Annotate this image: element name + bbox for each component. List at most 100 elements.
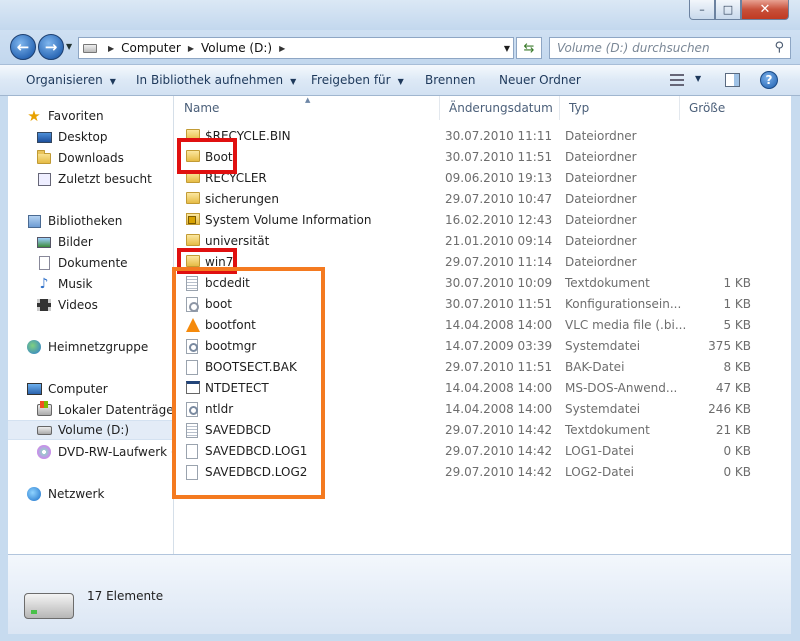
breadcrumb-computer[interactable]: Computer <box>121 41 181 55</box>
nav-volume-d[interactable]: Volume (D:) <box>8 420 173 440</box>
share-with-menu[interactable]: Freigeben für ▼ <box>311 73 404 87</box>
file-row[interactable]: $RECYCLE.BIN 30.07.2010 11:11 Dateiordner <box>175 126 791 147</box>
close-button[interactable]: ✕ <box>741 0 789 20</box>
file-date: 30.07.2010 11:51 <box>445 297 553 311</box>
explorer-body: ★ Favoriten Desktop Downloads Zuletzt bes… <box>8 96 791 554</box>
dvd-drive-icon <box>36 445 52 459</box>
text-doc-icon <box>186 276 198 291</box>
refresh-button[interactable]: ⇆ <box>516 37 542 59</box>
include-in-library-menu[interactable]: In Bibliothek aufnehmen ▼ <box>136 73 296 87</box>
videos-icon <box>36 298 52 312</box>
file-name: ntldr <box>205 402 234 416</box>
maximize-button[interactable]: □ <box>715 0 741 20</box>
file-type: Dateiordner <box>565 150 637 164</box>
search-icon[interactable]: ⚲ <box>774 40 784 55</box>
file-row[interactable]: Boot 30.07.2010 11:51 Dateiordner <box>175 147 791 168</box>
file-size: 1 KB <box>723 297 751 311</box>
item-count: 17 Elemente <box>87 589 164 603</box>
file-name: SAVEDBCD <box>205 423 271 437</box>
file-row[interactable]: bootmgr 14.07.2009 03:39 Systemdatei 375 KB <box>175 336 791 357</box>
file-row[interactable]: boot 30.07.2010 11:51 Konfigurationsein...… <box>175 294 791 315</box>
nav-homegroup-label: Heimnetzgruppe <box>48 340 149 354</box>
search-input[interactable]: Volume (D:) durchsuchen ⚲ <box>549 37 791 59</box>
file-type: BAK-Datei <box>565 360 625 374</box>
minimize-button[interactable]: – <box>689 0 715 20</box>
file-row[interactable]: SAVEDBCD.LOG1 29.07.2010 14:42 LOG1-Datei 0… <box>175 441 791 462</box>
details-pane: 17 Elemente <box>8 554 791 634</box>
nav-network[interactable]: Netzwerk <box>8 484 173 504</box>
chevron-right-icon[interactable]: ▶ <box>279 44 285 53</box>
chevron-right-icon[interactable]: ▶ <box>108 44 114 53</box>
breadcrumb-volume-d[interactable]: Volume (D:) <box>201 41 272 55</box>
file-list[interactable]: Name ▲ Änderungsdatum Typ Größe $RECYCLE… <box>172 96 791 554</box>
nav-homegroup[interactable]: Heimnetzgruppe <box>8 337 173 357</box>
file-row[interactable]: sicherungen 29.07.2010 10:47 Dateiordner <box>175 189 791 210</box>
column-header-date[interactable]: Änderungsdatum <box>440 96 560 120</box>
preview-pane-icon[interactable] <box>725 73 740 87</box>
drive-icon <box>83 43 97 53</box>
file-row[interactable]: SAVEDBCD 29.07.2010 14:42 Textdokument 21 K… <box>175 420 791 441</box>
title-bar: – □ ✕ <box>0 0 800 30</box>
file-row[interactable]: universität 21.01.2010 09:14 Dateiordner <box>175 231 791 252</box>
file-row[interactable]: SAVEDBCD.LOG2 29.07.2010 14:42 LOG2-Datei 0… <box>175 462 791 483</box>
file-date: 09.06.2010 19:13 <box>445 171 553 185</box>
forward-button[interactable]: → <box>38 34 64 60</box>
file-name: BOOTSECT.BAK <box>205 360 297 374</box>
column-type-label: Typ <box>569 101 590 115</box>
file-name: RECYCLER <box>205 171 267 185</box>
blank-doc-icon <box>186 465 198 480</box>
nav-local-disk[interactable]: Lokaler Datenträger <box>8 400 173 420</box>
file-row[interactable]: NTDETECT 14.04.2008 14:00 MS-DOS-Anwend...… <box>175 378 791 399</box>
file-name: bootfont <box>205 318 256 332</box>
nav-libraries[interactable]: Bibliotheken <box>8 211 173 231</box>
recent-pages-dropdown[interactable]: ▼ <box>66 42 72 51</box>
file-name: NTDETECT <box>205 381 269 395</box>
address-bar[interactable]: ▶ Computer ▶ Volume (D:) ▶ <box>78 37 514 59</box>
file-date: 29.07.2010 14:42 <box>445 444 553 458</box>
file-size: 0 KB <box>723 444 751 458</box>
view-options-icon[interactable] <box>670 74 684 86</box>
nav-videos[interactable]: Videos <box>8 295 173 315</box>
downloads-folder-icon <box>36 149 52 165</box>
nav-music[interactable]: ♪ Musik <box>8 274 173 294</box>
column-header-type[interactable]: Typ <box>560 96 680 120</box>
nav-documents[interactable]: Dokumente <box>8 253 173 273</box>
burn-button[interactable]: Brennen <box>425 73 475 87</box>
file-name: sicherungen <box>205 192 279 206</box>
help-icon[interactable]: ? <box>760 71 778 89</box>
address-history-dropdown[interactable]: ▼ <box>500 37 514 59</box>
file-name: SAVEDBCD.LOG2 <box>205 465 308 479</box>
config-icon <box>186 297 199 312</box>
view-options-dropdown[interactable]: ▼ <box>695 74 701 83</box>
nav-pictures[interactable]: Bilder <box>8 232 173 252</box>
new-folder-button[interactable]: Neuer Ordner <box>499 73 581 87</box>
folder-icon <box>186 171 200 183</box>
file-row[interactable]: BOOTSECT.BAK 29.07.2010 11:51 BAK-Datei 8 K… <box>175 357 791 378</box>
system-file-icon <box>186 402 198 417</box>
nav-favorites[interactable]: ★ Favoriten <box>8 106 173 126</box>
nav-computer-label: Computer <box>48 382 108 396</box>
file-name: bcdedit <box>205 276 250 290</box>
file-date: 30.07.2010 10:09 <box>445 276 553 290</box>
nav-desktop[interactable]: Desktop <box>8 127 173 147</box>
file-date: 16.02.2010 12:43 <box>445 213 553 227</box>
navigation-pane[interactable]: ★ Favoriten Desktop Downloads Zuletzt bes… <box>8 96 174 554</box>
organize-menu[interactable]: Organisieren ▼ <box>26 73 116 87</box>
file-row[interactable]: RECYCLER 09.06.2010 19:13 Dateiordner <box>175 168 791 189</box>
file-type: Textdokument <box>565 423 650 437</box>
folder-icon <box>186 150 200 162</box>
file-row[interactable]: System Volume Information 16.02.2010 12:4… <box>175 210 791 231</box>
nav-recent-places[interactable]: Zuletzt besucht <box>8 169 173 189</box>
file-name: $RECYCLE.BIN <box>205 129 291 143</box>
nav-downloads[interactable]: Downloads <box>8 148 173 168</box>
file-row[interactable]: bootfont 14.04.2008 14:00 VLC media file (… <box>175 315 791 336</box>
file-row[interactable]: win7 29.07.2010 11:14 Dateiordner <box>175 252 791 273</box>
file-row[interactable]: ntldr 14.04.2008 14:00 Systemdatei 246 KB <box>175 399 791 420</box>
sort-ascending-icon: ▲ <box>305 96 311 104</box>
chevron-right-icon[interactable]: ▶ <box>188 44 194 53</box>
back-button[interactable]: ← <box>10 34 36 60</box>
nav-computer[interactable]: Computer <box>8 379 173 399</box>
column-header-size[interactable]: Größe <box>680 96 791 120</box>
nav-dvd-drive[interactable]: DVD-RW-Laufwerk ( <box>8 442 173 462</box>
file-row[interactable]: bcdedit 30.07.2010 10:09 Textdokument 1 KB <box>175 273 791 294</box>
